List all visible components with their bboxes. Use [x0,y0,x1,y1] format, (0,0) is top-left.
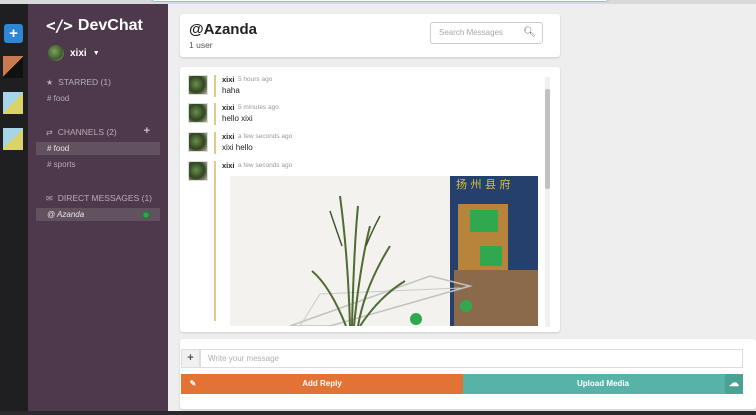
envelope-icon: ✉ [46,193,53,203]
message-composer: + Write your message ✎ Add Reply Upload … [180,339,756,409]
message-item: xixi 5 hours ago haha [188,75,528,99]
search-input[interactable]: Search Messages 🔍︎ [430,22,543,44]
message-time: a few seconds ago [238,162,293,169]
bottom-strip [0,411,756,415]
message-image[interactable]: 扬 州 县 府 [230,176,538,326]
dm-item-azanda[interactable]: @ Azanda [36,208,160,221]
message-input[interactable]: Write your message [200,349,743,368]
user-name: xixi [70,47,87,59]
add-attachment-button[interactable]: + [181,349,200,368]
message-time: a few seconds ago [238,133,293,140]
message-author: xixi [222,132,235,141]
direct-messages-title: DIRECT MESSAGES (1) [57,193,153,203]
search-icon[interactable]: 🔍︎ [523,23,536,43]
brand-name: DevChat [77,16,143,34]
message-item: xixi a few seconds ago xixi hello [188,132,528,156]
channels-title: CHANNELS (2) [57,127,117,137]
channel-item-sports[interactable]: # sports [36,158,160,171]
starred-item-food[interactable]: # food [36,92,160,105]
user-menu[interactable]: xixi ▼ [48,45,100,61]
workspace-avatar-1[interactable] [3,56,23,78]
dm-item-label: @ Azanda [47,210,85,219]
message-text: haha [222,86,240,95]
exchange-icon: ⇄ [46,127,53,137]
upload-media-label: Upload Media [576,379,629,388]
workspace-avatar-2[interactable] [3,92,23,114]
starred-title: STARRED (1) [58,77,111,87]
message-accent-bar [214,161,216,321]
workspace-avatar-3[interactable] [3,128,23,150]
online-status-icon [142,211,150,219]
browser-url-bar[interactable] [150,0,610,2]
channels-section-header: ⇄ CHANNELS (2) [46,127,117,137]
message-item: xixi 5 minutes ago hello xixi [188,103,528,127]
message-avatar [188,75,208,95]
message-time: 5 minutes ago [238,104,279,111]
star-icon: ★ [46,77,54,87]
channel-header: @Azanda 1 user Search Messages 🔍︎ [180,14,560,57]
message-text: hello xixi [222,114,253,123]
message-time: 5 hours ago [238,76,273,83]
messages-scrollbar[interactable] [545,77,550,327]
main-panel: @Azanda 1 user Search Messages 🔍︎ xixi 5… [168,4,756,415]
search-placeholder: Search Messages [439,28,504,37]
message-avatar [188,132,208,152]
message-author: xixi [222,103,235,112]
sign-text: 扬 州 县 府 [456,177,511,191]
add-reply-button[interactable]: ✎ Add Reply [181,374,463,394]
message-author: xixi [222,75,235,84]
edit-icon: ✎ [189,379,197,388]
starred-section-header: ★ STARRED (1) [46,77,111,87]
upload-media-button[interactable]: Upload Media ☁ [463,374,743,394]
message-accent-bar [214,103,216,125]
channel-title: @Azanda [189,21,257,38]
workspace-rail: + [0,4,28,415]
messages-panel: xixi 5 hours ago haha xixi 5 minutes ago… [180,67,560,332]
plant-photo: 扬 州 县 府 [230,176,538,326]
add-channel-button[interactable]: + [144,125,150,137]
brand: </> DevChat [46,16,143,35]
channel-item-food[interactable]: # food [36,142,160,155]
message-text: xixi hello [222,143,253,152]
add-workspace-button[interactable]: + [4,24,23,43]
message-avatar [188,103,208,123]
sidebar: </> DevChat xixi ▼ ★ STARRED (1) # food … [28,4,168,415]
caret-down-icon: ▼ [92,49,100,57]
message-avatar [188,161,208,181]
scrollbar-thumb[interactable] [545,89,550,189]
message-accent-bar [214,132,216,154]
direct-messages-section-header: ✉ DIRECT MESSAGES (1) [46,193,152,203]
code-icon: </> [46,16,73,35]
cloud-upload-icon: ☁ [725,374,743,394]
user-avatar [48,45,64,61]
add-reply-label: Add Reply [302,379,342,388]
channel-user-count: 1 user [189,40,213,50]
message-author: xixi [222,161,235,170]
message-accent-bar [214,75,216,97]
